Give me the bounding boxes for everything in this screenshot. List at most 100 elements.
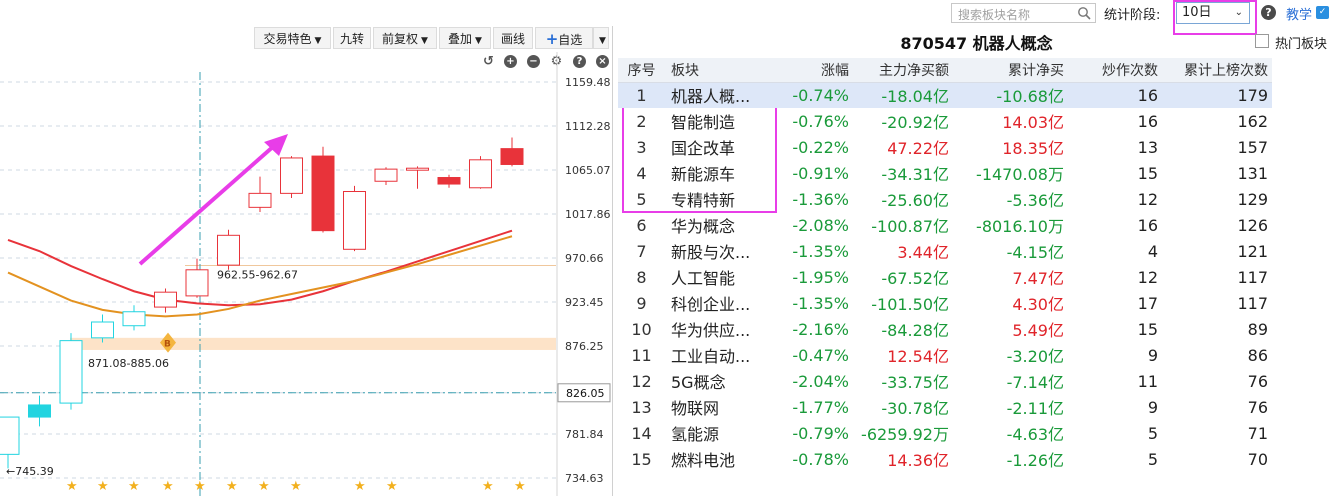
caret-down-icon: ▼	[421, 36, 428, 46]
row-rank-count: 131	[1237, 163, 1268, 183]
row-no: 10	[631, 319, 652, 339]
col-header-rank[interactable]: 累计上榜次数	[1158, 58, 1272, 83]
row-times: 4	[1147, 241, 1158, 261]
row-cum-buy: -7.14亿	[1006, 373, 1064, 392]
candle-body	[469, 159, 492, 189]
table-row[interactable]: 12 5G概念 -2.04% -33.75亿 -7.14亿 11 76	[618, 368, 1272, 394]
col-header-net[interactable]: 主力净买额	[849, 58, 949, 83]
search-input[interactable]	[952, 6, 1072, 24]
row-board-name: 新股与次...	[671, 243, 751, 262]
star-icon: ★	[354, 479, 366, 494]
candle-body	[154, 291, 177, 308]
candle-body	[374, 168, 398, 182]
row-rank-count: 117	[1237, 293, 1268, 313]
row-board-name: 燃料电池	[671, 451, 736, 470]
watchlist-button[interactable]: +自选	[535, 27, 593, 49]
teach-link[interactable]: 教学	[1286, 4, 1312, 23]
col-header-pct[interactable]: 涨幅	[765, 58, 849, 83]
row-times: 11	[1137, 371, 1158, 391]
row-net-buy: 14.36亿	[887, 451, 949, 470]
table-row[interactable]: 9 科创企业... -1.35% -101.50亿 4.30亿 17 117	[618, 290, 1272, 316]
row-no: 3	[636, 137, 647, 157]
row-cum-buy: -8016.10万	[976, 217, 1064, 236]
table-row[interactable]: 13 物联网 -1.77% -30.78亿 -2.11亿 9 76	[618, 394, 1272, 420]
fq-button[interactable]: 前复权 ▼	[373, 27, 437, 49]
row-cum-buy: 5.49亿	[1012, 321, 1064, 340]
col-header-board[interactable]: 板块	[665, 58, 765, 83]
hot-board-checkbox[interactable]	[1255, 34, 1269, 48]
table-row[interactable]: 8 人工智能 -1.95% -67.52亿 7.47亿 12 117	[618, 264, 1272, 290]
board-search[interactable]	[951, 3, 1096, 24]
row-board-name: 机器人概...	[665, 82, 765, 108]
row-pct: -0.78%	[792, 449, 849, 469]
row-board-name: 工业自动...	[671, 347, 751, 366]
candle-body	[437, 177, 461, 185]
nine-turn-button[interactable]: 九转	[333, 27, 371, 49]
row-times: 9	[1147, 397, 1158, 417]
candle-body	[59, 340, 83, 404]
checkbox-icon[interactable]: ✓	[1316, 6, 1329, 19]
row-pct: -2.16%	[792, 319, 849, 339]
help-icon[interactable]: ?	[1261, 5, 1276, 20]
row-rank-count: 86	[1247, 345, 1268, 365]
table-row[interactable]: 5 专精特新 -1.36% -25.60亿 -5.36亿 12 129	[618, 186, 1272, 212]
search-icon[interactable]	[1077, 6, 1091, 20]
row-pct: -2.08%	[792, 215, 849, 235]
row-no: 15	[631, 449, 652, 469]
y-tick-label: 923.45	[565, 296, 604, 309]
row-cum-buy: 14.03亿	[1002, 113, 1064, 132]
row-net-buy: 12.54亿	[887, 347, 949, 366]
table-row[interactable]: 15 燃料电池 -0.78% 14.36亿 -1.26亿 5 70	[618, 446, 1272, 472]
board-table: 序号 板块 涨幅 主力净买额 累计净买 炒作次数 累计上榜次数 1 机器人概...…	[618, 58, 1272, 472]
col-header-no[interactable]: 序号	[618, 58, 665, 83]
col-header-cum[interactable]: 累计净买	[949, 58, 1064, 83]
candle-body	[185, 269, 209, 297]
candle-body	[0, 416, 20, 455]
table-row[interactable]: 1 机器人概... -0.74% -18.04亿 -10.68亿 16 179	[618, 82, 1272, 108]
caret-down-icon: ▼	[475, 36, 482, 46]
candle-body	[248, 192, 272, 208]
table-row[interactable]: 10 华为供应... -2.16% -84.28亿 5.49亿 15 89	[618, 316, 1272, 342]
col-header-times[interactable]: 炒作次数	[1064, 58, 1158, 83]
candle-body	[28, 404, 51, 418]
star-icon: ★	[258, 479, 270, 494]
table-row[interactable]: 6 华为概念 -2.08% -100.87亿 -8016.10万 16 126	[618, 212, 1272, 238]
row-cum-buy: -1.26亿	[1006, 451, 1064, 470]
row-pct: -1.95%	[792, 267, 849, 287]
y-tick-label: 1065.07	[565, 164, 611, 177]
row-pct: -1.36%	[792, 189, 849, 209]
row-times: 16	[1137, 111, 1158, 131]
table-row[interactable]: 7 新股与次... -1.35% 3.44亿 -4.15亿 4 121	[618, 238, 1272, 264]
candle-body	[343, 191, 366, 250]
table-row[interactable]: 11 工业自动... -0.47% 12.54亿 -3.20亿 9 86	[618, 342, 1272, 368]
row-rank-count: 162	[1237, 111, 1268, 131]
draw-line-button[interactable]: 画线	[493, 27, 533, 49]
row-net-buy: 3.44亿	[897, 243, 949, 262]
row-cum-buy: -10.68亿	[949, 82, 1064, 108]
caret-down-icon: ▼	[314, 36, 322, 46]
table-row[interactable]: 2 智能制造 -0.76% -20.92亿 14.03亿 16 162	[618, 108, 1272, 134]
row-board-name: 科创企业...	[671, 295, 751, 314]
overlay-button[interactable]: 叠加 ▼	[439, 27, 491, 49]
row-net-buy: -20.92亿	[881, 113, 949, 132]
watchlist-dropdown-button[interactable]: ▼	[593, 27, 609, 49]
range-lower-label: 871.08-885.06	[88, 357, 169, 370]
table-row[interactable]: 14 氢能源 -0.79% -6259.92万 -4.63亿 5 71	[618, 420, 1272, 446]
row-rank-count: 117	[1237, 267, 1268, 287]
row-pct: -0.76%	[792, 111, 849, 131]
trade-feature-button[interactable]: 交易特色 ▼	[254, 27, 331, 49]
row-no: 12	[631, 371, 652, 391]
row-net-buy: 47.22亿	[887, 139, 949, 158]
star-icon: ★	[162, 479, 174, 494]
row-rank-count: 70	[1247, 449, 1268, 469]
table-row[interactable]: 3 国企改革 -0.22% 47.22亿 18.35亿 13 157	[618, 134, 1272, 160]
table-row[interactable]: 4 新能源车 -0.91% -34.31亿 -1470.08万 15 131	[618, 160, 1272, 186]
row-no: 5	[636, 189, 647, 209]
kline-chart[interactable]: 1159.48 1112.28 1065.07 1017.86 970.66 923.45…	[0, 52, 612, 496]
row-cum-buy: 7.47亿	[1012, 269, 1064, 288]
row-times: 13	[1137, 137, 1158, 157]
star-icon: ★	[97, 479, 109, 494]
y-tick-label: 1159.48	[565, 76, 611, 89]
row-net-buy: -25.60亿	[881, 191, 949, 210]
hot-board-label: 热门板块	[1275, 37, 1328, 52]
